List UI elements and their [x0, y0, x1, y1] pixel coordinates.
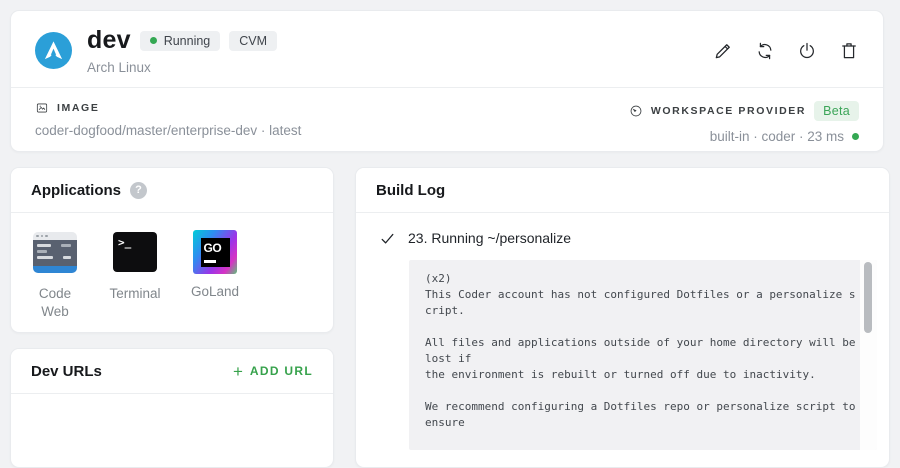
- image-meta: IMAGE coder-dogfood/master/enterprise-de…: [35, 101, 301, 144]
- rebuild-button[interactable]: [755, 41, 775, 61]
- beta-badge: Beta: [814, 101, 859, 121]
- app-goland[interactable]: GO GoLand: [187, 230, 243, 320]
- provider-health-dot-icon: [852, 133, 859, 140]
- workspace-header-row: dev Running CVM Arch Linux: [11, 11, 883, 87]
- build-log-header: Build Log: [356, 168, 889, 213]
- app-terminal[interactable]: >_ Terminal: [107, 230, 163, 320]
- terminal-icon: >_: [113, 232, 157, 276]
- log-scrollbar-thumb[interactable]: [864, 262, 872, 333]
- meta-row: IMAGE coder-dogfood/master/enterprise-de…: [11, 88, 883, 152]
- power-icon: [797, 41, 817, 61]
- goland-go-glyph: GO: [204, 241, 222, 255]
- log-scrollbar-track: [860, 260, 877, 450]
- add-url-label: ADD URL: [250, 364, 313, 378]
- dev-urls-title: Dev URLs: [31, 363, 102, 380]
- app-label: GoLand: [187, 283, 243, 301]
- status-badge: Running: [140, 31, 221, 51]
- help-icon[interactable]: ?: [130, 182, 147, 199]
- applications-card: Applications ? Code Web: [10, 167, 334, 333]
- log-output-text: (x2) This Coder account has not configur…: [409, 260, 859, 442]
- build-log-title: Build Log: [376, 182, 445, 199]
- plus-icon: +: [233, 363, 243, 380]
- arch-linux-logo-icon: [35, 32, 72, 69]
- pencil-icon: [713, 41, 733, 61]
- log-output-panel: (x2) This Coder account has not configur…: [409, 260, 877, 450]
- applications-header: Applications ?: [11, 168, 333, 213]
- applications-list: Code Web >_ Terminal GO GoLand: [11, 213, 333, 333]
- provider-label: WORKSPACE PROVIDER: [651, 105, 806, 117]
- goland-underline: [204, 260, 216, 263]
- arch-linux-glyph: [42, 39, 65, 62]
- goland-icon: GO: [193, 230, 237, 274]
- workspace-title: dev: [87, 26, 131, 55]
- image-icon: [35, 101, 49, 115]
- edit-button[interactable]: [713, 41, 733, 61]
- app-code-web[interactable]: Code Web: [27, 230, 83, 320]
- app-label: Terminal: [107, 285, 163, 303]
- workspace-subtitle: Arch Linux: [87, 60, 277, 75]
- image-label-row: IMAGE: [35, 101, 301, 115]
- terminal-prompt-glyph: >_: [113, 232, 157, 272]
- image-value: coder-dogfood/master/enterprise-dev · la…: [35, 123, 301, 138]
- build-step-row[interactable]: 23. Running ~/personalize: [356, 213, 889, 256]
- app-label: Code Web: [27, 285, 83, 320]
- provider-value-row: built-in · coder · 23 ms: [629, 129, 859, 144]
- applications-title: Applications: [31, 182, 121, 199]
- provider-globe-icon: [629, 104, 643, 118]
- status-dot-icon: [150, 37, 157, 44]
- title-block: dev Running CVM Arch Linux: [87, 26, 277, 75]
- image-label: IMAGE: [57, 102, 99, 114]
- dev-urls-card: Dev URLs + ADD URL: [10, 348, 334, 468]
- build-step-label: 23. Running ~/personalize: [408, 230, 571, 246]
- provider-value: built-in · coder · 23 ms: [710, 129, 844, 144]
- trash-icon: [839, 41, 859, 61]
- add-url-button[interactable]: + ADD URL: [233, 363, 313, 380]
- provider-label-row: WORKSPACE PROVIDER Beta: [629, 101, 859, 121]
- delete-button[interactable]: [839, 41, 859, 61]
- dev-urls-header: Dev URLs + ADD URL: [11, 349, 333, 394]
- status-badge-label: Running: [164, 34, 211, 48]
- workspace-actions: [713, 41, 859, 61]
- build-log-card: Build Log 23. Running ~/personalize (x2)…: [355, 167, 890, 468]
- cvm-badge: CVM: [229, 31, 277, 51]
- checkmark-icon: [380, 231, 395, 246]
- power-off-button[interactable]: [797, 41, 817, 61]
- code-web-icon: [33, 232, 77, 276]
- workspace-header-card: dev Running CVM Arch Linux: [10, 10, 884, 152]
- provider-meta: WORKSPACE PROVIDER Beta built-in · coder…: [629, 101, 859, 144]
- refresh-icon: [755, 41, 775, 61]
